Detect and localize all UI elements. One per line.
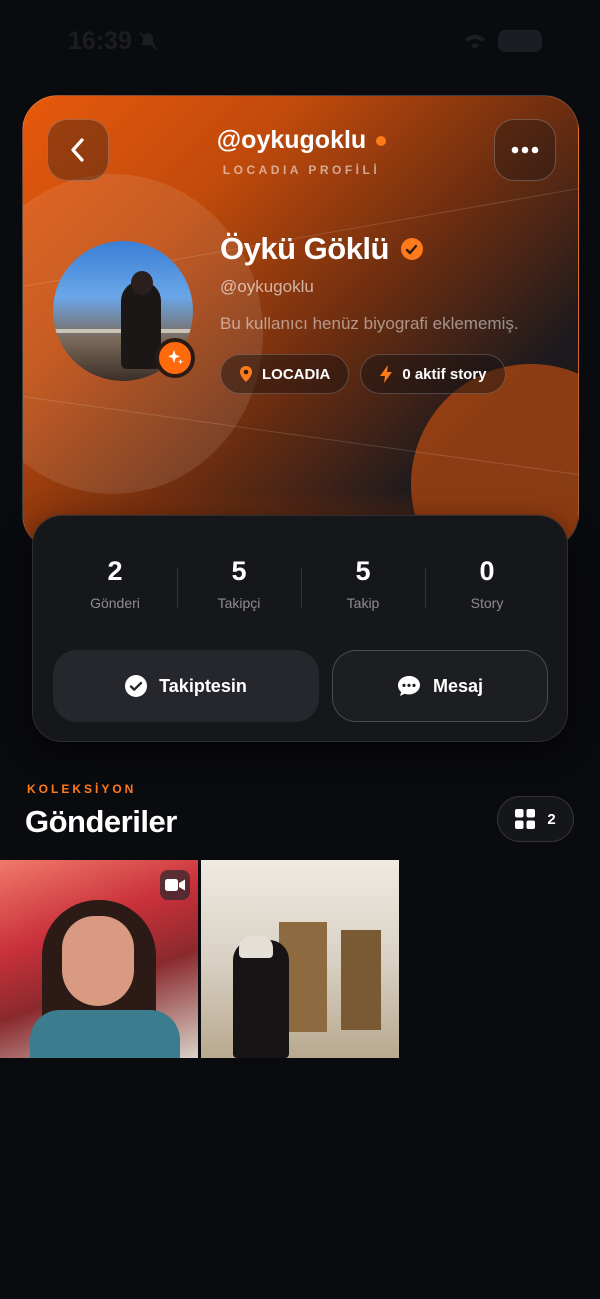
stat-label: Gönderi: [90, 595, 140, 611]
post-photo-detail: [62, 916, 134, 1006]
status-bar: 16:39: [0, 0, 600, 82]
stat-value: 5: [231, 556, 247, 586]
location-icon: [240, 366, 252, 382]
post-thumbnail[interactable]: [201, 860, 399, 1058]
post-photo-detail: [30, 1010, 180, 1058]
stat-following[interactable]: 5 Takip: [301, 556, 425, 611]
header-handle-text: @oykugoklu: [216, 126, 367, 154]
sparkle-icon: [168, 350, 184, 365]
avatar-container[interactable]: [53, 241, 195, 381]
profile-hero-card: @oykugoklu LOCADIA PROFİLİ Öykü Göklü @o…: [22, 95, 579, 550]
location-chip-label: LOCADIA: [262, 365, 331, 383]
post-thumbnail[interactable]: [0, 860, 198, 1058]
profile-info: Öykü Göklü @oykugoklu Bu kullanıcı henüz…: [220, 231, 560, 394]
post-photo-detail: [239, 936, 273, 958]
back-button[interactable]: [47, 119, 109, 181]
bolt-icon: [380, 365, 393, 383]
story-chip[interactable]: 0 aktif story: [360, 354, 506, 394]
section-kicker: KOLEKSİYON: [27, 782, 137, 796]
status-indicators: [462, 30, 542, 52]
post-photo-detail: [341, 930, 381, 1030]
chat-icon: [397, 676, 420, 696]
verified-icon: [400, 238, 423, 260]
following-button-label: Takiptesin: [159, 675, 247, 696]
location-chip[interactable]: LOCADIA: [220, 354, 350, 394]
stat-value: 0: [479, 556, 495, 586]
profile-name: Öykü Göklü: [220, 231, 560, 267]
following-button[interactable]: Takiptesin: [53, 650, 319, 722]
stat-label: Story: [470, 595, 504, 611]
header-subtitle: LOCADIA PROFİLİ: [222, 163, 381, 177]
profile-name-text: Öykü Göklü: [220, 231, 389, 266]
stat-value: 5: [355, 556, 371, 586]
header-handle: @oykugoklu: [216, 126, 387, 155]
wifi-icon: [465, 34, 485, 49]
stat-posts[interactable]: 2 Gönderi: [53, 556, 177, 611]
grid-view-button[interactable]: 2: [497, 796, 574, 842]
check-circle-icon: [125, 675, 148, 697]
story-chip-label: 0 aktif story: [402, 365, 487, 383]
bell-muted-icon: [139, 32, 157, 50]
profile-chips: LOCADIA 0 aktif story: [220, 354, 560, 394]
avatar-photo-detail: [131, 271, 153, 295]
grid-icon: [515, 809, 536, 829]
battery-icon: [498, 30, 542, 52]
online-dot: [376, 135, 387, 146]
post-count: 2: [547, 810, 556, 828]
video-icon: [160, 870, 190, 900]
stat-followers[interactable]: 5 Takipçi: [177, 556, 301, 611]
more-icon: [511, 146, 539, 154]
stats-card: 2 Gönderi 5 Takipçi 5 Takip 0 Story Taki…: [32, 515, 568, 742]
posts-grid: [0, 860, 399, 1058]
section-title: Gönderiler: [25, 804, 177, 839]
stat-value: 2: [107, 556, 123, 586]
stat-stories[interactable]: 0 Story: [425, 556, 549, 611]
stats-row: 2 Gönderi 5 Takipçi 5 Takip 0 Story: [53, 556, 549, 611]
status-time: 16:39: [68, 27, 158, 56]
message-button-label: Mesaj: [432, 675, 484, 696]
status-time-text: 16:39: [68, 26, 132, 55]
more-options-button[interactable]: [494, 119, 556, 181]
stat-label: Takipçi: [217, 595, 261, 611]
avatar-badge: [155, 338, 195, 378]
message-button[interactable]: Mesaj: [332, 650, 548, 722]
header-title: @oykugoklu LOCADIA PROFİLİ: [123, 126, 480, 177]
profile-username: @oykugoklu: [220, 277, 314, 296]
back-icon: [71, 138, 84, 162]
profile-bio: Bu kullanıcı henüz biyografi eklememiş.: [220, 314, 519, 333]
stat-label: Takip: [346, 595, 380, 611]
